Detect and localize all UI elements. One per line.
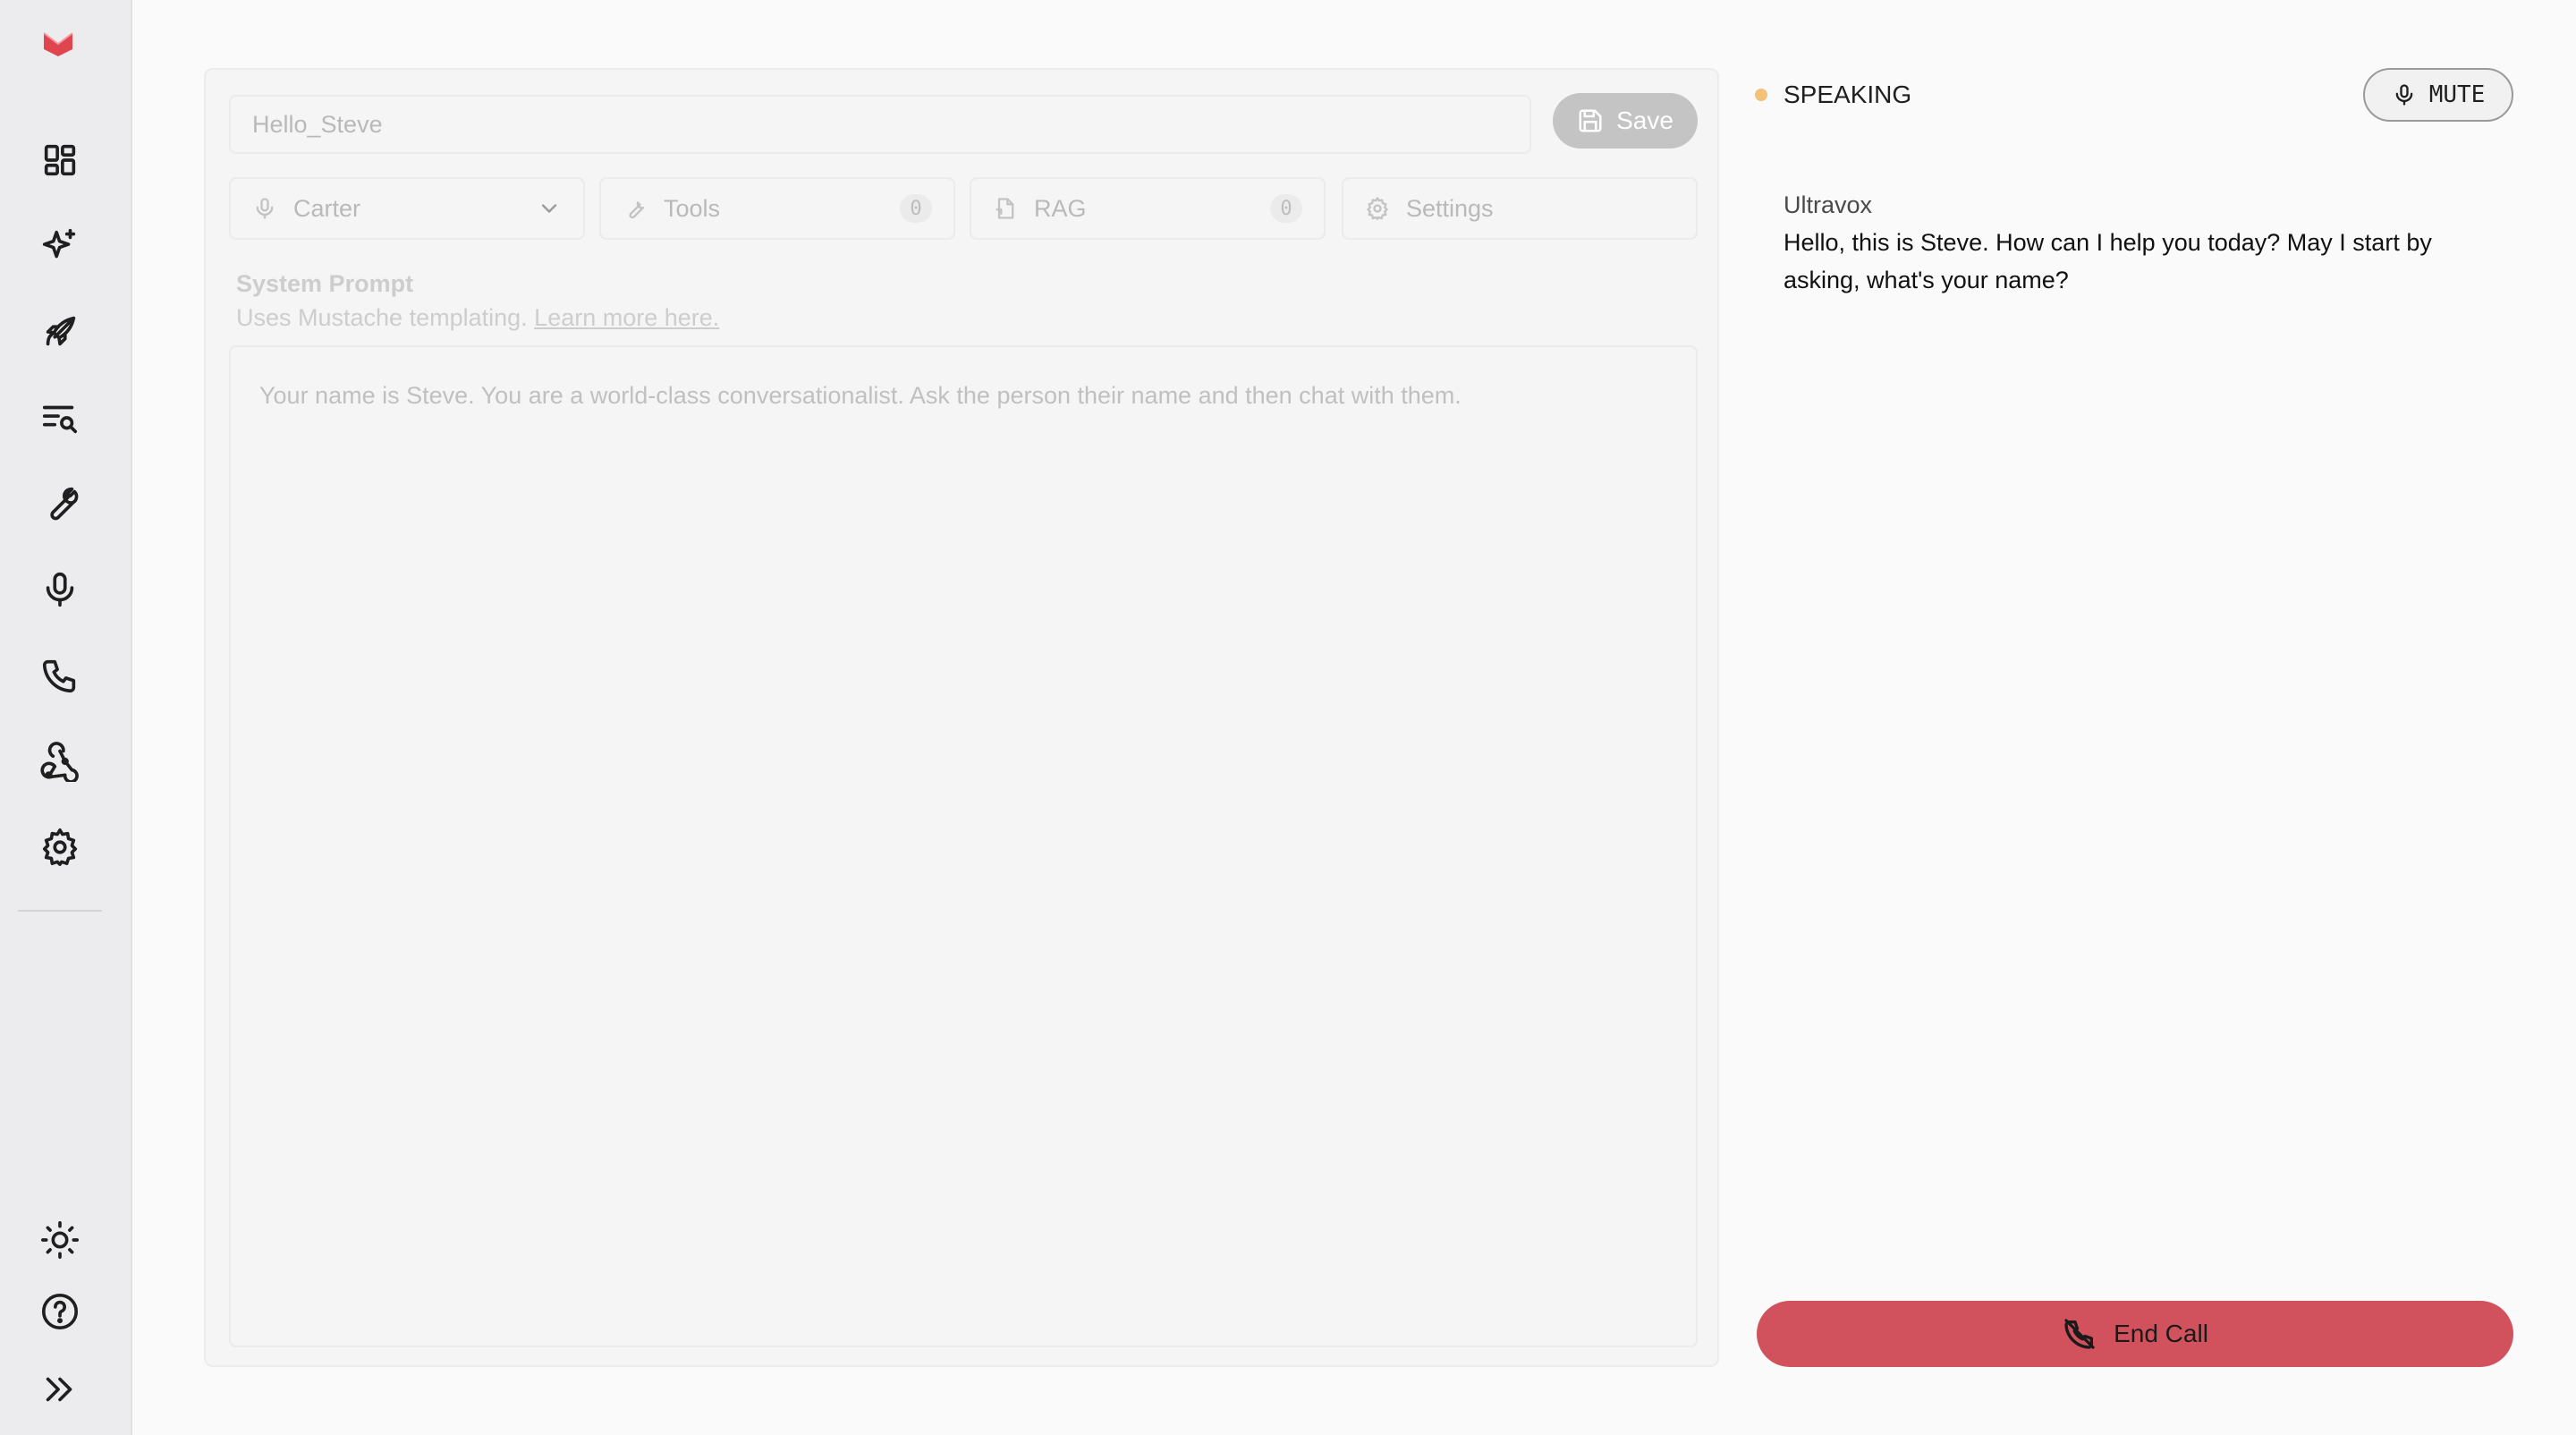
end-call-label: End Call <box>2114 1320 2208 1347</box>
gear-icon[interactable] <box>38 825 82 870</box>
agent-name-value: Hello_Steve <box>252 110 383 138</box>
microphone-icon[interactable] <box>38 567 82 612</box>
wrench-icon <box>629 201 645 219</box>
voice-select[interactable]: Carter <box>229 177 585 240</box>
learn-more-link[interactable]: Learn more here. <box>534 304 719 331</box>
document-icon <box>996 198 1014 219</box>
system-prompt-text: Your name is Steve. You are a world-clas… <box>259 382 1462 409</box>
phone-off-icon <box>2064 1319 2095 1349</box>
save-button[interactable]: Save <box>1553 93 1698 149</box>
microphone-icon <box>2395 84 2413 106</box>
mute-label: MUTE <box>2428 81 2486 108</box>
wrench-icon[interactable] <box>38 481 82 526</box>
agent-name-input[interactable]: Hello_Steve <box>229 95 1531 154</box>
rocket-icon[interactable] <box>38 310 82 354</box>
settings-button[interactable]: Settings <box>1342 177 1698 240</box>
dashboard-icon[interactable] <box>38 138 82 183</box>
rag-button[interactable]: RAG 0 <box>970 177 1326 240</box>
chevron-down-icon <box>541 204 557 213</box>
gear-icon <box>1367 197 1388 220</box>
sparkle-icon[interactable] <box>38 224 82 268</box>
rag-label: RAG <box>1034 194 1087 222</box>
call-status: SPEAKING <box>1755 81 1911 109</box>
search-list-icon[interactable] <box>38 395 82 440</box>
save-icon <box>1579 109 1602 132</box>
system-prompt-subtitle-text: Uses Mustache templating. <box>236 304 528 331</box>
sun-icon[interactable] <box>38 1218 82 1262</box>
system-prompt-textarea[interactable]: Your name is Steve. You are a world-clas… <box>229 345 1698 1347</box>
mute-button[interactable]: MUTE <box>2363 68 2513 122</box>
system-prompt-title: System Prompt <box>236 270 414 297</box>
sidebar <box>0 0 132 1435</box>
logo-icon[interactable] <box>42 30 74 58</box>
expand-icon[interactable] <box>38 1367 82 1412</box>
end-call-button[interactable]: End Call <box>1757 1301 2513 1367</box>
tools-button[interactable]: Tools 0 <box>599 177 955 240</box>
microphone-icon <box>256 198 274 219</box>
sidebar-divider <box>18 910 102 912</box>
status-label: SPEAKING <box>1784 81 1912 108</box>
tools-label: Tools <box>664 194 721 222</box>
save-label: Save <box>1616 106 1674 134</box>
webhook-icon[interactable] <box>38 739 82 784</box>
system-prompt-subtitle: Uses Mustache templating. Learn more her… <box>236 304 719 332</box>
status-dot <box>1755 89 1767 101</box>
help-icon[interactable] <box>38 1289 82 1334</box>
phone-icon[interactable] <box>38 653 82 698</box>
rag-count-badge: 0 <box>1270 194 1302 223</box>
agent-editor: Hello_Steve Save Carter Tools 0 RAG 0 Se… <box>204 68 1719 1367</box>
voice-select-label: Carter <box>293 194 361 222</box>
tools-count-badge: 0 <box>900 194 932 223</box>
settings-label: Settings <box>1406 194 1494 222</box>
message-text: Hello, this is Steve. How can I help you… <box>1784 229 2432 293</box>
message-speaker: Ultravox <box>1784 191 1873 218</box>
